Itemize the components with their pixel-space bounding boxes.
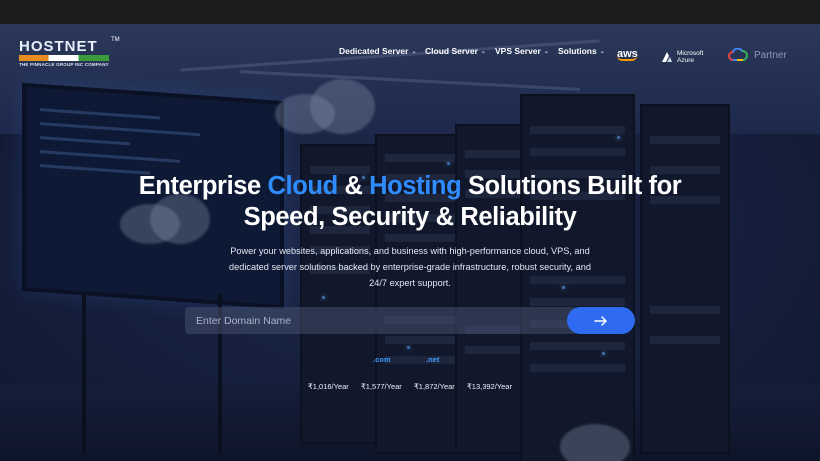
azure-line2: Azure [677, 57, 694, 64]
logo-tagline: THE PINNACLE GROUP INC COMPANY [19, 62, 109, 67]
headline-text: Enterprise [138, 172, 262, 200]
hero-headline: Enterprise Cloud & Hosting Solutions Bui… [80, 171, 740, 233]
nav-item-vps-server[interactable]: VPS Server ⌄ [495, 45, 549, 57]
headline-cloud: Cloud [267, 172, 339, 200]
arrow-right-icon [594, 315, 608, 326]
aws-smile-icon [617, 56, 637, 61]
logo-tricolor-bar [19, 55, 109, 61]
brand-logo[interactable]: HOSTNET TM THE PINNACLE GROUP INC COMPAN… [19, 37, 120, 68]
logo-trademark: TM [111, 37, 120, 43]
google-cloud-partner-logo: Partner [728, 42, 787, 68]
domain-search [185, 307, 635, 334]
chevron-down-icon: ⌄ [480, 48, 486, 55]
google-cloud-icon [728, 48, 748, 61]
top-bar [0, 0, 820, 24]
headline-text: Solutions Built for [467, 172, 682, 200]
aws-partner-logo: aws [617, 41, 638, 67]
azure-icon [662, 52, 672, 62]
nav-label: VPS Server [495, 46, 541, 56]
azure-partner-logo: Microsoft Azure [661, 44, 703, 70]
chevron-down-icon: ⌄ [543, 48, 549, 55]
logo-wordmark: HOSTNET [19, 38, 98, 55]
nav-label: Cloud Server [425, 46, 478, 56]
headline-line-2: Speed, Security & Reliability [243, 203, 577, 231]
nav-item-cloud-server[interactable]: Cloud Server ⌄ [425, 45, 486, 57]
azure-line1: Microsoft [677, 50, 704, 57]
headline-hosting: Hosting [369, 172, 462, 200]
google-partner-label: Partner [754, 49, 787, 61]
chevron-down-icon: ⌄ [411, 48, 417, 55]
chevron-down-icon: ⌄ [599, 48, 605, 55]
tld-price: ₹1,577/Year [361, 382, 402, 391]
nav-label: Solutions [558, 46, 597, 56]
domain-search-input[interactable] [185, 307, 575, 334]
hero-subheadline: Power your websites, applications, and b… [229, 246, 591, 288]
tld-price: ₹1,016/Year [308, 382, 349, 391]
domain-search-button[interactable] [567, 307, 635, 334]
tld-price: ₹1,872/Year [414, 382, 455, 391]
tld-label-net[interactable]: .net [426, 355, 439, 364]
nav-label: Dedicated Server [339, 46, 409, 56]
headline-ampersand: & [344, 172, 363, 200]
nav-item-solutions[interactable]: Solutions ⌄ [558, 45, 605, 57]
tld-label-com[interactable]: .com [373, 355, 391, 364]
nav-item-dedicated-server[interactable]: Dedicated Server ⌄ [339, 45, 416, 57]
tld-price: ₹13,392/Year [467, 382, 512, 391]
